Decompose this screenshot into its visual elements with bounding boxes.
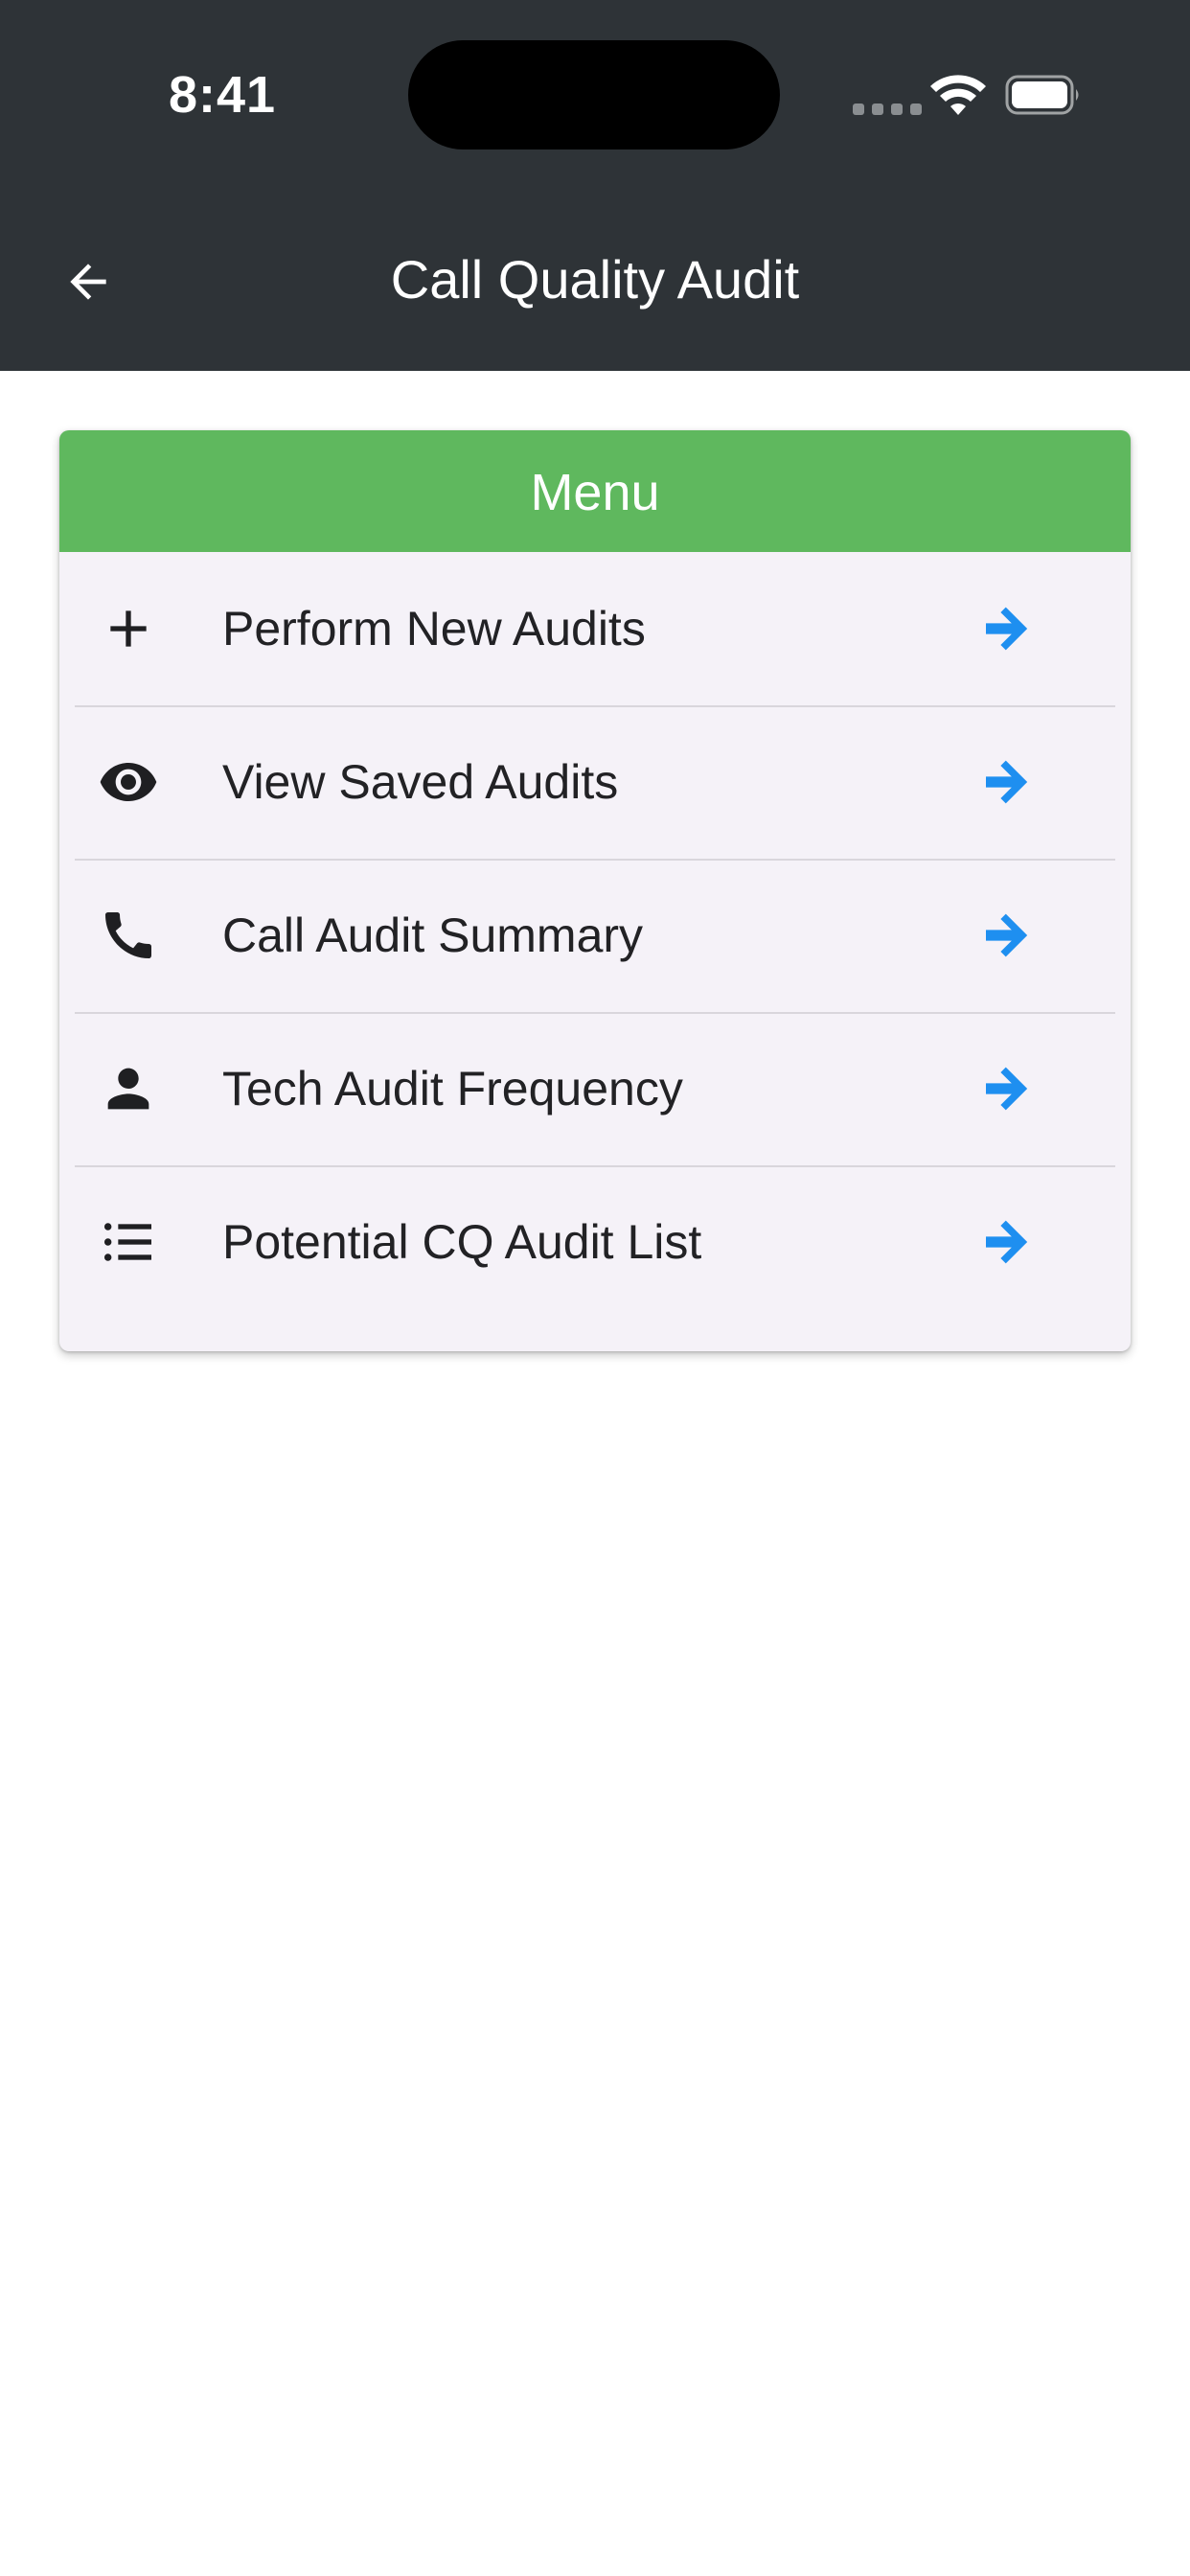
arrow-right-icon [986,760,1028,804]
menu-item-label: View Saved Audits [222,755,619,809]
arrow-left-icon [70,264,106,300]
arrow-right-icon [986,913,1028,957]
menu-header: Menu [59,430,1131,552]
eye-icon [100,763,157,801]
battery-icon [1005,75,1079,115]
phone-icon [105,912,151,958]
menu-item-label: Call Audit Summary [222,908,644,962]
app-bar: Call Quality Audit [0,192,1190,371]
back-button[interactable] [50,243,126,320]
menu-item-label: Tech Audit Frequency [222,1062,683,1116]
status-bar: 8:41 [0,0,1190,192]
menu-item-call-audit-summary[interactable]: Call Audit Summary [59,859,1131,1012]
plus-icon [110,610,147,647]
menu-item-perform-new-audits[interactable]: Perform New Audits [59,552,1131,705]
arrow-right-icon [986,1220,1028,1264]
page-title: Call Quality Audit [390,249,800,310]
menu-item-potential-cq-audit-list[interactable]: Potential CQ Audit List [59,1165,1131,1319]
arrow-right-icon [986,607,1028,651]
cellular-signal-icon [853,104,922,115]
menu-card: Menu Perform New Audits View Saved Audit… [59,430,1131,1351]
wifi-icon [930,75,986,115]
arrow-right-icon [986,1067,1028,1111]
menu-item-label: Perform New Audits [222,602,646,656]
status-time: 8:41 [169,66,277,124]
menu-item-label: Potential CQ Audit List [222,1215,702,1269]
person-icon [107,1068,149,1110]
list-icon [103,1223,151,1261]
menu-item-view-saved-audits[interactable]: View Saved Audits [59,705,1131,859]
menu-item-tech-audit-frequency[interactable]: Tech Audit Frequency [59,1012,1131,1165]
dynamic-island [408,40,780,150]
